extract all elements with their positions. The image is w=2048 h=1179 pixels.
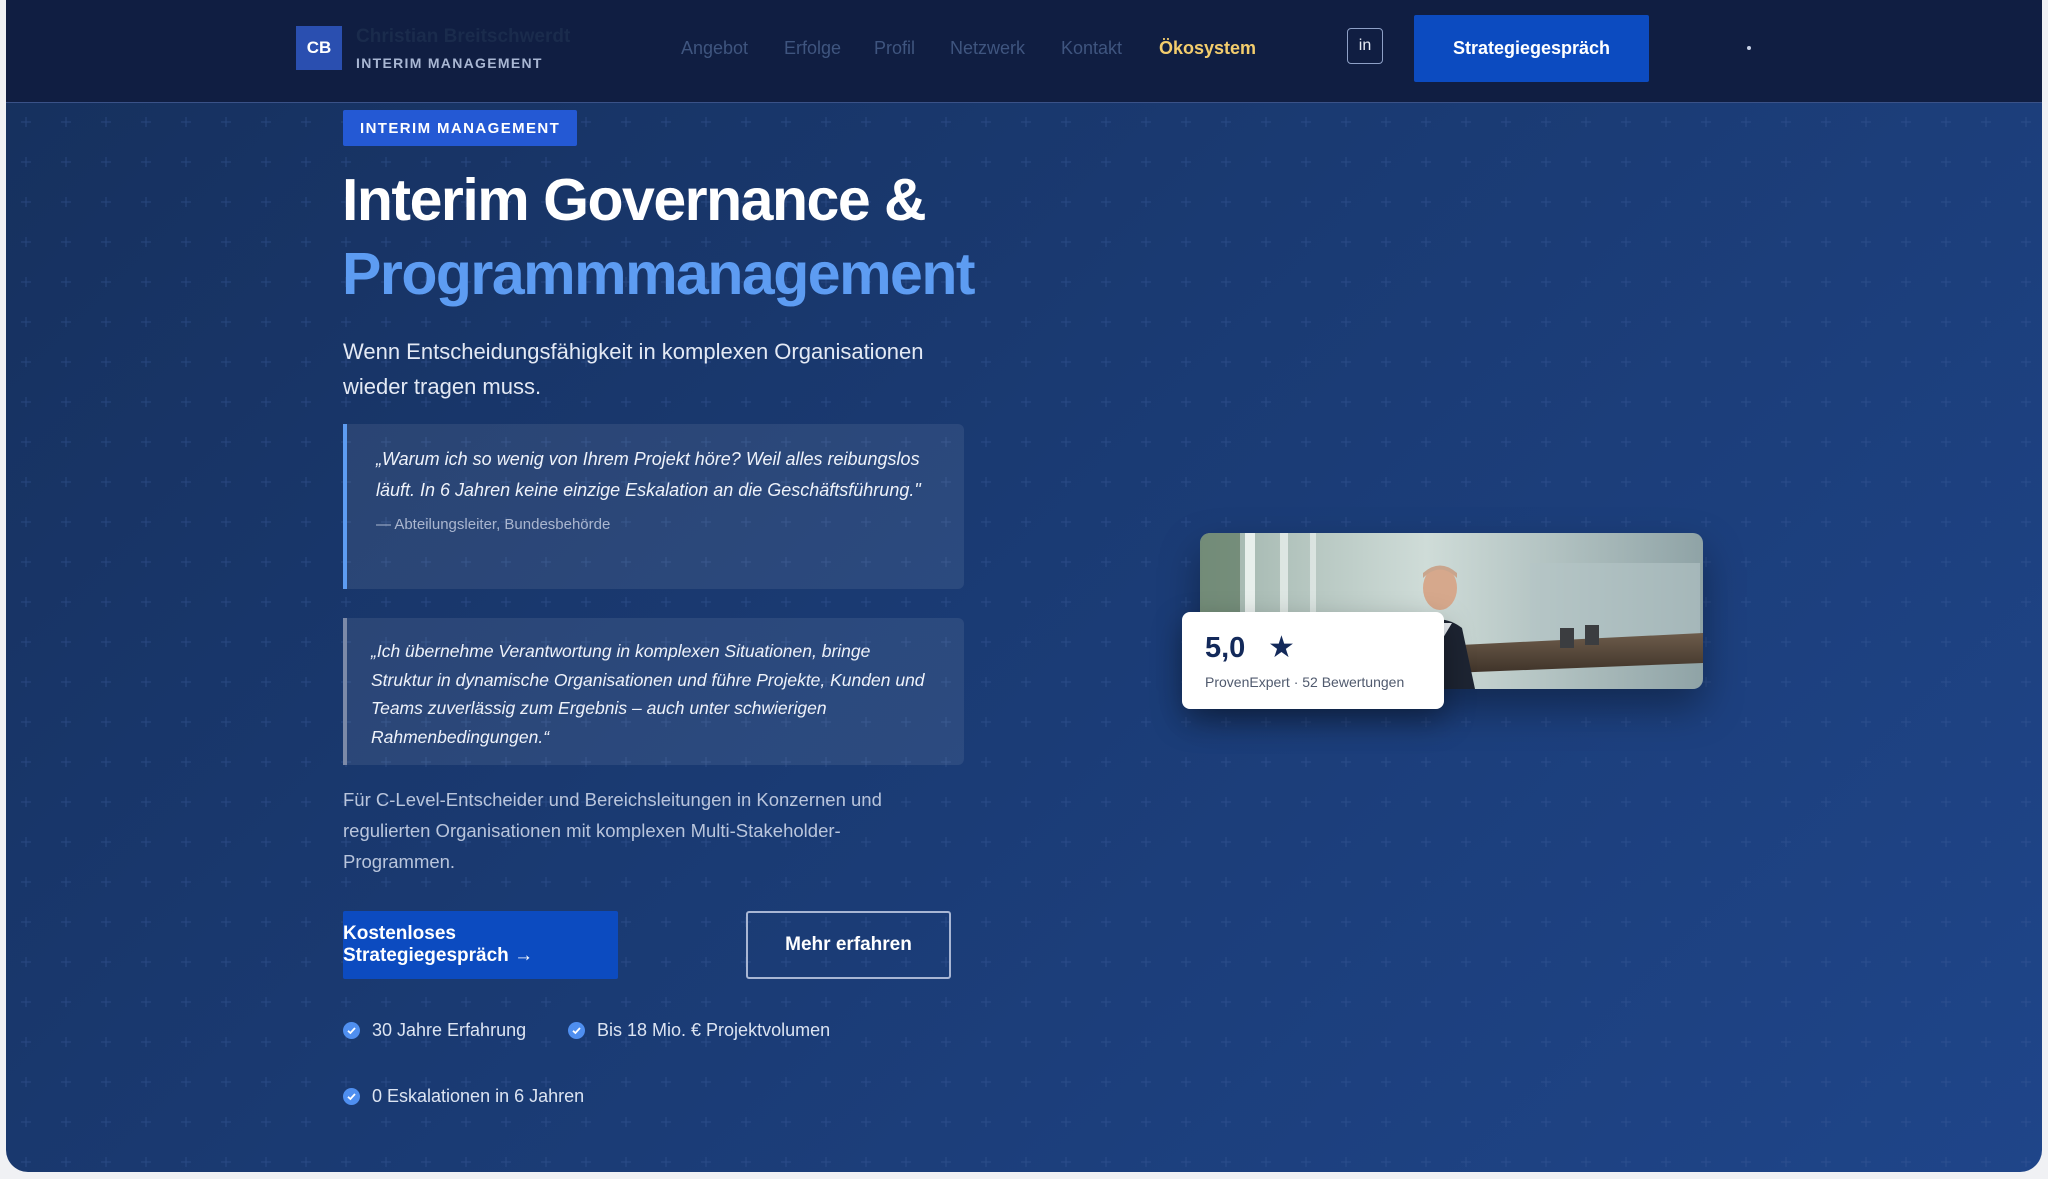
- brand-name[interactable]: Christian Breitschwerdt: [356, 26, 570, 48]
- check-circle-icon: [343, 1022, 360, 1039]
- personal-statement: „Ich übernehme Verantwortung in komplexe…: [343, 618, 964, 765]
- page-frame: CB Christian Breitschwerdt INTERIM MANAG…: [6, 0, 2042, 1172]
- rating-card[interactable]: 5,0 ★ ProvenExpert · 52 Bewertungen: [1182, 612, 1444, 709]
- testimonial-quote: „Warum ich so wenig von Ihrem Projekt hö…: [343, 424, 964, 589]
- feature-check-item: 30 Jahre Erfahrung: [343, 1020, 526, 1041]
- nav-link-oekosystem[interactable]: Ökosystem: [1159, 38, 1256, 59]
- nav-link-angebot[interactable]: Angebot: [681, 38, 748, 59]
- category-badge: INTERIM MANAGEMENT: [343, 110, 578, 146]
- learn-more-button[interactable]: Mehr erfahren: [746, 911, 951, 979]
- headline-highlight: Programmmanagement: [342, 241, 976, 307]
- hero-subtitle: Wenn Entscheidungsfähigkeit in komplexen…: [343, 339, 924, 399]
- star-icon: ★: [1268, 631, 1295, 664]
- feature-check-label: 0 Eskalationen in 6 Jahren: [372, 1086, 585, 1106]
- personal-statement-text: „Ich übernehme Verantwortung in komplexe…: [371, 641, 925, 747]
- feature-check-label: Bis 18 Mio. € Projektvolumen: [597, 1020, 831, 1040]
- testimonial-source: — Abteilungsleiter, Bundesbehörde: [376, 516, 611, 533]
- feature-check-label: 30 Jahre Erfahrung: [372, 1020, 527, 1040]
- nav-link-kontakt[interactable]: Kontakt: [1061, 38, 1122, 59]
- headline-primary: Interim Governance &: [342, 167, 927, 233]
- feature-check-item: Bis 18 Mio. € Projektvolumen: [568, 1020, 830, 1041]
- nav-link-netzwerk[interactable]: Netzwerk: [950, 38, 1025, 59]
- menu-dot-icon[interactable]: [1747, 46, 1751, 50]
- logo-monogram[interactable]: CB: [296, 26, 342, 70]
- testimonial-text: „Warum ich so wenig von Ihrem Projekt hö…: [376, 449, 921, 500]
- background-pattern: [6, 102, 2042, 1172]
- brand-tagline: INTERIM MANAGEMENT: [356, 55, 543, 71]
- rating-value: 5,0: [1205, 632, 1246, 664]
- nav-link-erfolge[interactable]: Erfolge: [784, 38, 841, 59]
- check-circle-icon: [568, 1022, 585, 1039]
- free-strategy-call-button[interactable]: Kostenloses Strategiegespräch →: [343, 911, 618, 979]
- feature-check-item: 0 Eskalationen in 6 Jahren: [343, 1086, 584, 1107]
- check-circle-icon: [343, 1088, 360, 1105]
- rating-source: ProvenExpert · 52 Bewertungen: [1205, 674, 1405, 690]
- top-navigation: CB Christian Breitschwerdt INTERIM MANAG…: [6, 0, 2042, 103]
- target-audience-text: Für C-Level-Entscheider und Bereichsleit…: [343, 789, 882, 872]
- nav-strategy-call-button[interactable]: Strategiegespräch: [1414, 15, 1649, 82]
- nav-link-profil[interactable]: Profil: [874, 38, 915, 59]
- linkedin-icon[interactable]: in: [1347, 28, 1383, 64]
